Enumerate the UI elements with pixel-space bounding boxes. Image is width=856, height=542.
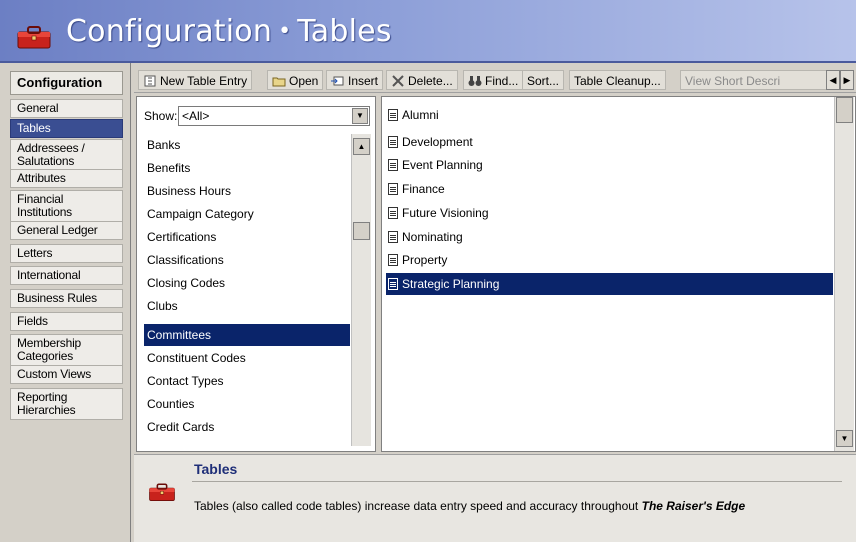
- entry-item[interactable]: Alumni: [386, 104, 439, 126]
- nav-item-general[interactable]: General: [10, 99, 123, 118]
- scroll-up-button[interactable]: ▲: [353, 138, 370, 155]
- view-short-description-button[interactable]: View Short Descri: [680, 70, 838, 90]
- list-item[interactable]: Counties: [144, 393, 350, 415]
- document-icon: [388, 254, 398, 266]
- nav-item-tables[interactable]: Tables: [10, 119, 123, 138]
- scroll-thumb[interactable]: [836, 97, 853, 123]
- list-item[interactable]: Credit Cards: [144, 416, 350, 438]
- list-item[interactable]: Contact Types: [144, 370, 350, 392]
- document-icon: [388, 278, 398, 290]
- new-entry-icon: [144, 75, 156, 87]
- nav-item-addressees-salutations[interactable]: Addressees / Salutations: [10, 139, 123, 171]
- page-title: Configuration • Tables: [66, 14, 392, 49]
- description-title: Tables: [194, 461, 238, 477]
- nav-item-business-rules[interactable]: Business Rules: [10, 289, 123, 308]
- configuration-nav: Configuration General Tables Addressees …: [0, 63, 131, 542]
- delete-button[interactable]: Delete...: [386, 70, 458, 90]
- document-icon: [388, 231, 398, 243]
- title-bar: Configuration • Tables: [0, 0, 856, 63]
- entries-scrollbar[interactable]: ▼: [834, 97, 854, 451]
- scroll-down-button[interactable]: ▼: [836, 430, 853, 447]
- insert-icon: [331, 76, 344, 86]
- show-label: Show:: [144, 109, 178, 123]
- list-item-selected[interactable]: Committees: [144, 324, 350, 346]
- nav-header: Configuration: [10, 71, 123, 95]
- entry-item[interactable]: Future Visioning: [386, 202, 489, 224]
- arrow-down-icon: ▼: [840, 434, 849, 443]
- toolbox-icon: [149, 483, 175, 501]
- document-icon: [388, 183, 398, 195]
- document-icon: [388, 207, 398, 219]
- list-item[interactable]: Constituent Codes: [144, 347, 350, 369]
- nav-item-custom-views[interactable]: Custom Views: [10, 365, 123, 384]
- show-dropdown-button[interactable]: ▼: [352, 108, 368, 124]
- table-cleanup-button[interactable]: Table Cleanup...: [569, 70, 666, 90]
- open-button[interactable]: Open: [267, 70, 324, 90]
- sort-button[interactable]: Sort...: [522, 70, 565, 90]
- nav-item-financial-institutions[interactable]: Financial Institutions: [10, 190, 123, 222]
- arrow-right-icon: ▶: [843, 75, 851, 85]
- new-table-entry-button[interactable]: New Table Entry: [138, 70, 253, 90]
- binoculars-icon: [468, 76, 482, 86]
- entry-item[interactable]: Property: [386, 249, 447, 271]
- document-icon: [388, 136, 398, 148]
- nav-item-fields[interactable]: Fields: [10, 312, 123, 331]
- list-item[interactable]: Benefits: [144, 157, 350, 179]
- tables-list-scrollbar[interactable]: ▲: [351, 134, 371, 446]
- toolbar: New Table Entry Open Insert Delete... Fi…: [134, 67, 856, 93]
- nav-item-international[interactable]: International: [10, 266, 123, 285]
- toolbar-scroll-right-button[interactable]: ▶: [840, 70, 854, 90]
- list-item[interactable]: Campaign Category: [144, 203, 350, 225]
- description-divider: [192, 481, 842, 482]
- scroll-thumb[interactable]: [353, 222, 370, 240]
- insert-button[interactable]: Insert: [326, 70, 384, 90]
- list-item[interactable]: Clubs: [144, 295, 350, 317]
- description-text: Tables (also called code tables) increas…: [194, 499, 746, 513]
- list-item[interactable]: Certifications: [144, 226, 350, 248]
- list-item[interactable]: Business Hours: [144, 180, 350, 202]
- toolbar-scroll-left-button[interactable]: ◀: [826, 70, 840, 90]
- arrow-left-icon: ◀: [829, 75, 837, 85]
- document-icon: [388, 159, 398, 171]
- document-icon: [388, 109, 398, 121]
- entry-item-selected[interactable]: Strategic Planning: [386, 273, 833, 295]
- description-pane: Tables Tables (also called code tables) …: [134, 454, 856, 542]
- list-item[interactable]: Closing Codes: [144, 272, 350, 294]
- nav-item-reporting-hierarchies[interactable]: Reporting Hierarchies: [10, 388, 123, 420]
- show-select[interactable]: <All> ▼: [178, 106, 370, 126]
- entry-item[interactable]: Development: [386, 131, 473, 153]
- toolbox-icon: [17, 26, 51, 49]
- nav-item-attributes[interactable]: Attributes: [10, 169, 123, 188]
- list-item[interactable]: Classifications: [144, 249, 350, 271]
- list-item[interactable]: Banks: [144, 134, 350, 156]
- delete-icon: [392, 75, 404, 87]
- entry-item[interactable]: Event Planning: [386, 154, 483, 176]
- nav-item-general-ledger[interactable]: General Ledger: [10, 221, 123, 240]
- chevron-down-icon: ▼: [356, 111, 364, 120]
- find-button[interactable]: Find...: [463, 70, 524, 90]
- folder-open-icon: [272, 77, 286, 87]
- nav-item-membership-categories[interactable]: Membership Categories: [10, 334, 123, 366]
- nav-item-letters[interactable]: Letters: [10, 244, 123, 263]
- arrow-up-icon: ▲: [357, 142, 366, 151]
- tables-list: Banks Benefits Business Hours Campaign C…: [144, 134, 350, 444]
- entry-item[interactable]: Nominating: [386, 226, 463, 248]
- entry-item[interactable]: Finance: [386, 178, 445, 200]
- product-name: The Raiser's Edge: [641, 499, 746, 513]
